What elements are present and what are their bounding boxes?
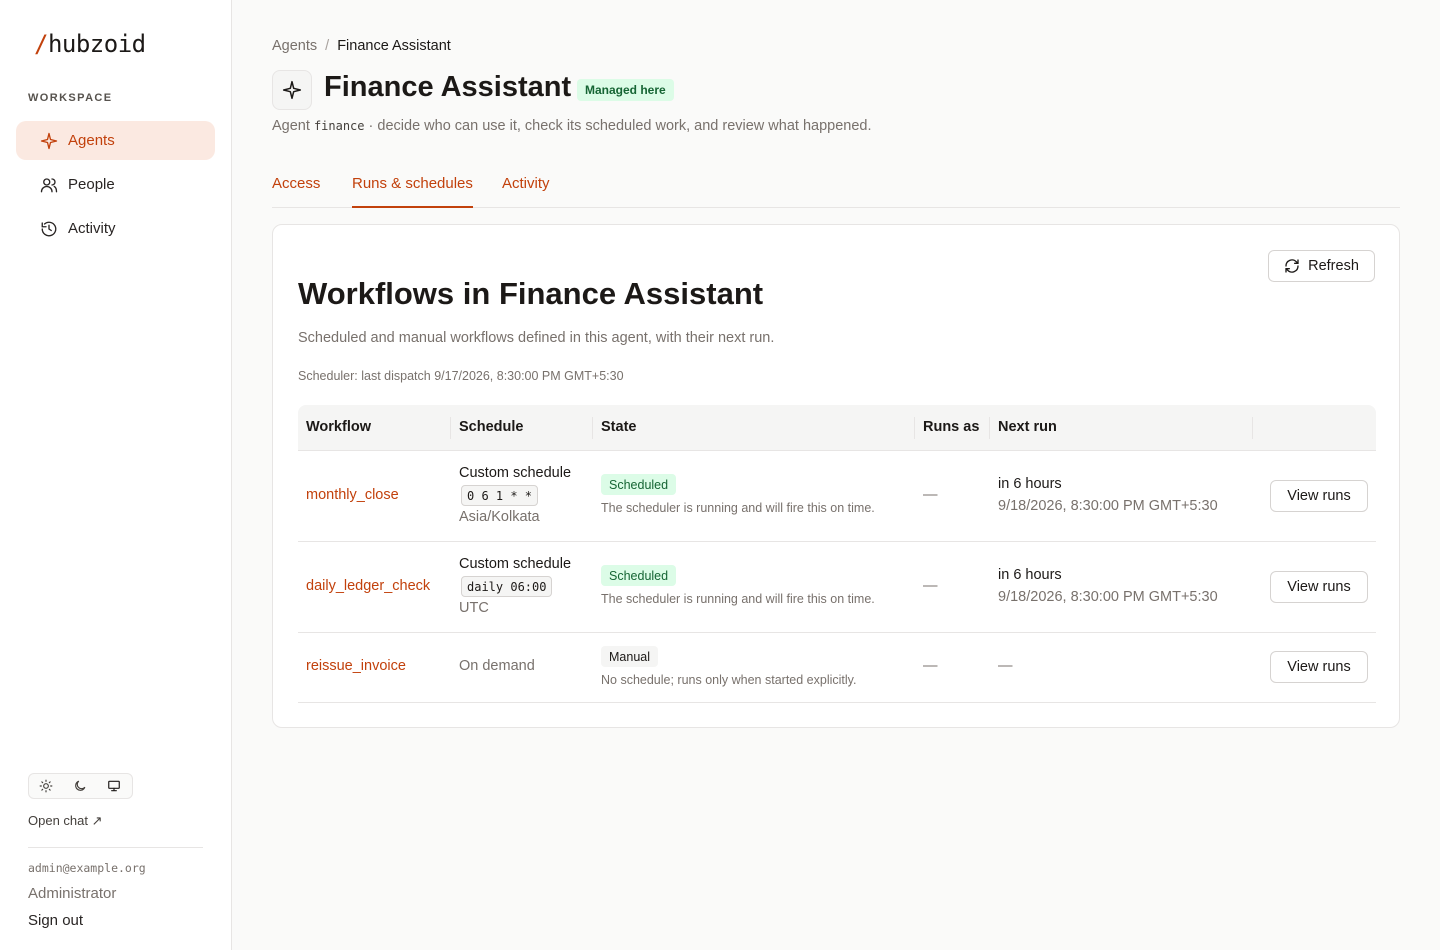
- brand-logo[interactable]: /hubzoid: [34, 30, 146, 58]
- theme-toggle: [28, 773, 133, 799]
- history-icon: [41, 221, 57, 236]
- brand-slash: /: [34, 30, 48, 58]
- tab-access[interactable]: Access: [272, 175, 320, 208]
- refresh-button[interactable]: Refresh: [1268, 250, 1375, 282]
- column-divider: [450, 417, 451, 439]
- breadcrumb-current: Finance Assistant: [337, 38, 451, 54]
- workflows-table: Workflow Schedule State Runs as Next run…: [298, 405, 1376, 703]
- page-subtitle: Agent finance · decide who can use it, c…: [272, 118, 872, 134]
- schedule-title: Custom schedule: [459, 556, 572, 572]
- next-run-absolute: 9/18/2026, 8:30:00 PM GMT+5:30: [998, 589, 1218, 605]
- table-row: monthly_close Custom schedule 0 6 1 * * …: [298, 451, 1376, 542]
- sidebar-item-agents[interactable]: Agents: [16, 121, 215, 160]
- card-description: Scheduled and manual workflows defined i…: [298, 330, 775, 346]
- cron-expression: 0 6 1 * *: [461, 485, 539, 506]
- state-note: The scheduler is running and will fire t…: [601, 501, 875, 515]
- state-badge: Scheduled: [601, 474, 677, 495]
- column-header-runs-as: Runs as: [923, 419, 980, 435]
- refresh-icon: [1285, 259, 1299, 273]
- sparkle-icon: [282, 80, 302, 100]
- workflow-link[interactable]: monthly_close: [306, 487, 399, 503]
- sidebar-nav: Agents People Activity: [16, 121, 215, 253]
- table-header: Workflow Schedule State Runs as Next run: [298, 405, 1376, 451]
- schedule-on-demand: On demand: [459, 658, 535, 674]
- theme-system-button[interactable]: [97, 774, 131, 798]
- next-run-relative: in 6 hours: [998, 476, 1062, 492]
- state-note: The scheduler is running and will fire t…: [601, 592, 875, 606]
- sun-icon: [39, 779, 53, 793]
- schedule-timezone: UTC: [459, 600, 489, 616]
- sidebar-item-label: Agents: [68, 132, 115, 149]
- card-title: Workflows in Finance Assistant: [298, 276, 764, 311]
- schedule-title: Custom schedule: [459, 465, 572, 481]
- column-header-state: State: [601, 419, 637, 435]
- column-header-workflow: Workflow: [306, 419, 371, 435]
- sidebar-item-people[interactable]: People: [16, 165, 215, 204]
- state-badge: Manual: [601, 646, 658, 667]
- next-run-relative: —: [998, 658, 1013, 674]
- brand-name: hubzoid: [47, 30, 146, 58]
- view-runs-button[interactable]: View runs: [1270, 651, 1368, 683]
- subtitle-prefix: Agent: [272, 118, 310, 134]
- column-divider: [1252, 417, 1253, 439]
- sidebar-item-label: Activity: [68, 220, 116, 237]
- next-run-relative: in 6 hours: [998, 567, 1062, 583]
- column-divider: [914, 417, 915, 439]
- breadcrumb-agents-link[interactable]: Agents: [272, 38, 317, 54]
- moon-icon: [75, 780, 86, 791]
- state-badge: Scheduled: [601, 565, 677, 586]
- sidebar: /hubzoid WORKSPACE Agents People Activit…: [0, 0, 232, 950]
- view-runs-button[interactable]: View runs: [1270, 571, 1368, 603]
- sign-out-link[interactable]: Sign out: [28, 912, 83, 929]
- column-divider: [592, 417, 593, 439]
- open-chat-link[interactable]: Open chat ↗: [28, 813, 103, 829]
- sidebar-divider: [28, 847, 203, 848]
- theme-light-button[interactable]: [29, 774, 63, 798]
- workflow-link[interactable]: daily_ledger_check: [306, 578, 430, 594]
- breadcrumb: Agents / Finance Assistant: [272, 38, 451, 54]
- cron-expression: daily 06:00: [461, 576, 553, 597]
- workflow-link[interactable]: reissue_invoice: [306, 658, 406, 674]
- breadcrumb-separator: /: [325, 38, 330, 54]
- table-row: daily_ledger_check Custom schedule daily…: [298, 542, 1376, 633]
- view-runs-button[interactable]: View runs: [1270, 480, 1368, 512]
- state-note: No schedule; runs only when started expl…: [601, 673, 857, 687]
- tab-bar: Access Runs & schedules Activity: [272, 175, 1400, 208]
- table-row: reissue_invoice On demand Manual No sche…: [298, 633, 1376, 703]
- agent-avatar: [272, 70, 312, 110]
- schedule-timezone: Asia/Kolkata: [459, 509, 540, 525]
- user-role: Administrator: [28, 885, 117, 902]
- column-header-next-run: Next run: [998, 419, 1057, 435]
- workspace-section-label: WORKSPACE: [28, 92, 113, 104]
- tab-runs-schedules[interactable]: Runs & schedules: [352, 175, 473, 208]
- refresh-label: Refresh: [1308, 258, 1359, 274]
- sparkle-icon: [40, 132, 58, 149]
- agent-id: finance: [313, 119, 365, 133]
- theme-dark-button[interactable]: [63, 774, 97, 798]
- subtitle-suffix: · decide who can use it, check its sched…: [368, 118, 872, 134]
- workflows-card: Refresh Workflows in Finance Assistant S…: [272, 224, 1400, 728]
- monitor-icon: [108, 780, 120, 792]
- runs-as-value: —: [923, 487, 938, 503]
- next-run-absolute: 9/18/2026, 8:30:00 PM GMT+5:30: [998, 498, 1218, 514]
- user-email: admin@example.org: [28, 861, 146, 875]
- runs-as-value: —: [923, 658, 938, 674]
- column-header-schedule: Schedule: [459, 419, 524, 435]
- users-icon: [40, 177, 58, 192]
- page-title: Finance Assistant: [324, 71, 572, 103]
- runs-as-value: —: [923, 578, 938, 594]
- managed-badge: Managed here: [577, 79, 674, 101]
- sidebar-item-activity[interactable]: Activity: [16, 209, 215, 248]
- sidebar-item-label: People: [68, 176, 115, 193]
- column-divider: [989, 417, 990, 439]
- tab-activity[interactable]: Activity: [502, 175, 550, 208]
- scheduler-status: Scheduler: last dispatch 9/17/2026, 8:30…: [298, 369, 624, 383]
